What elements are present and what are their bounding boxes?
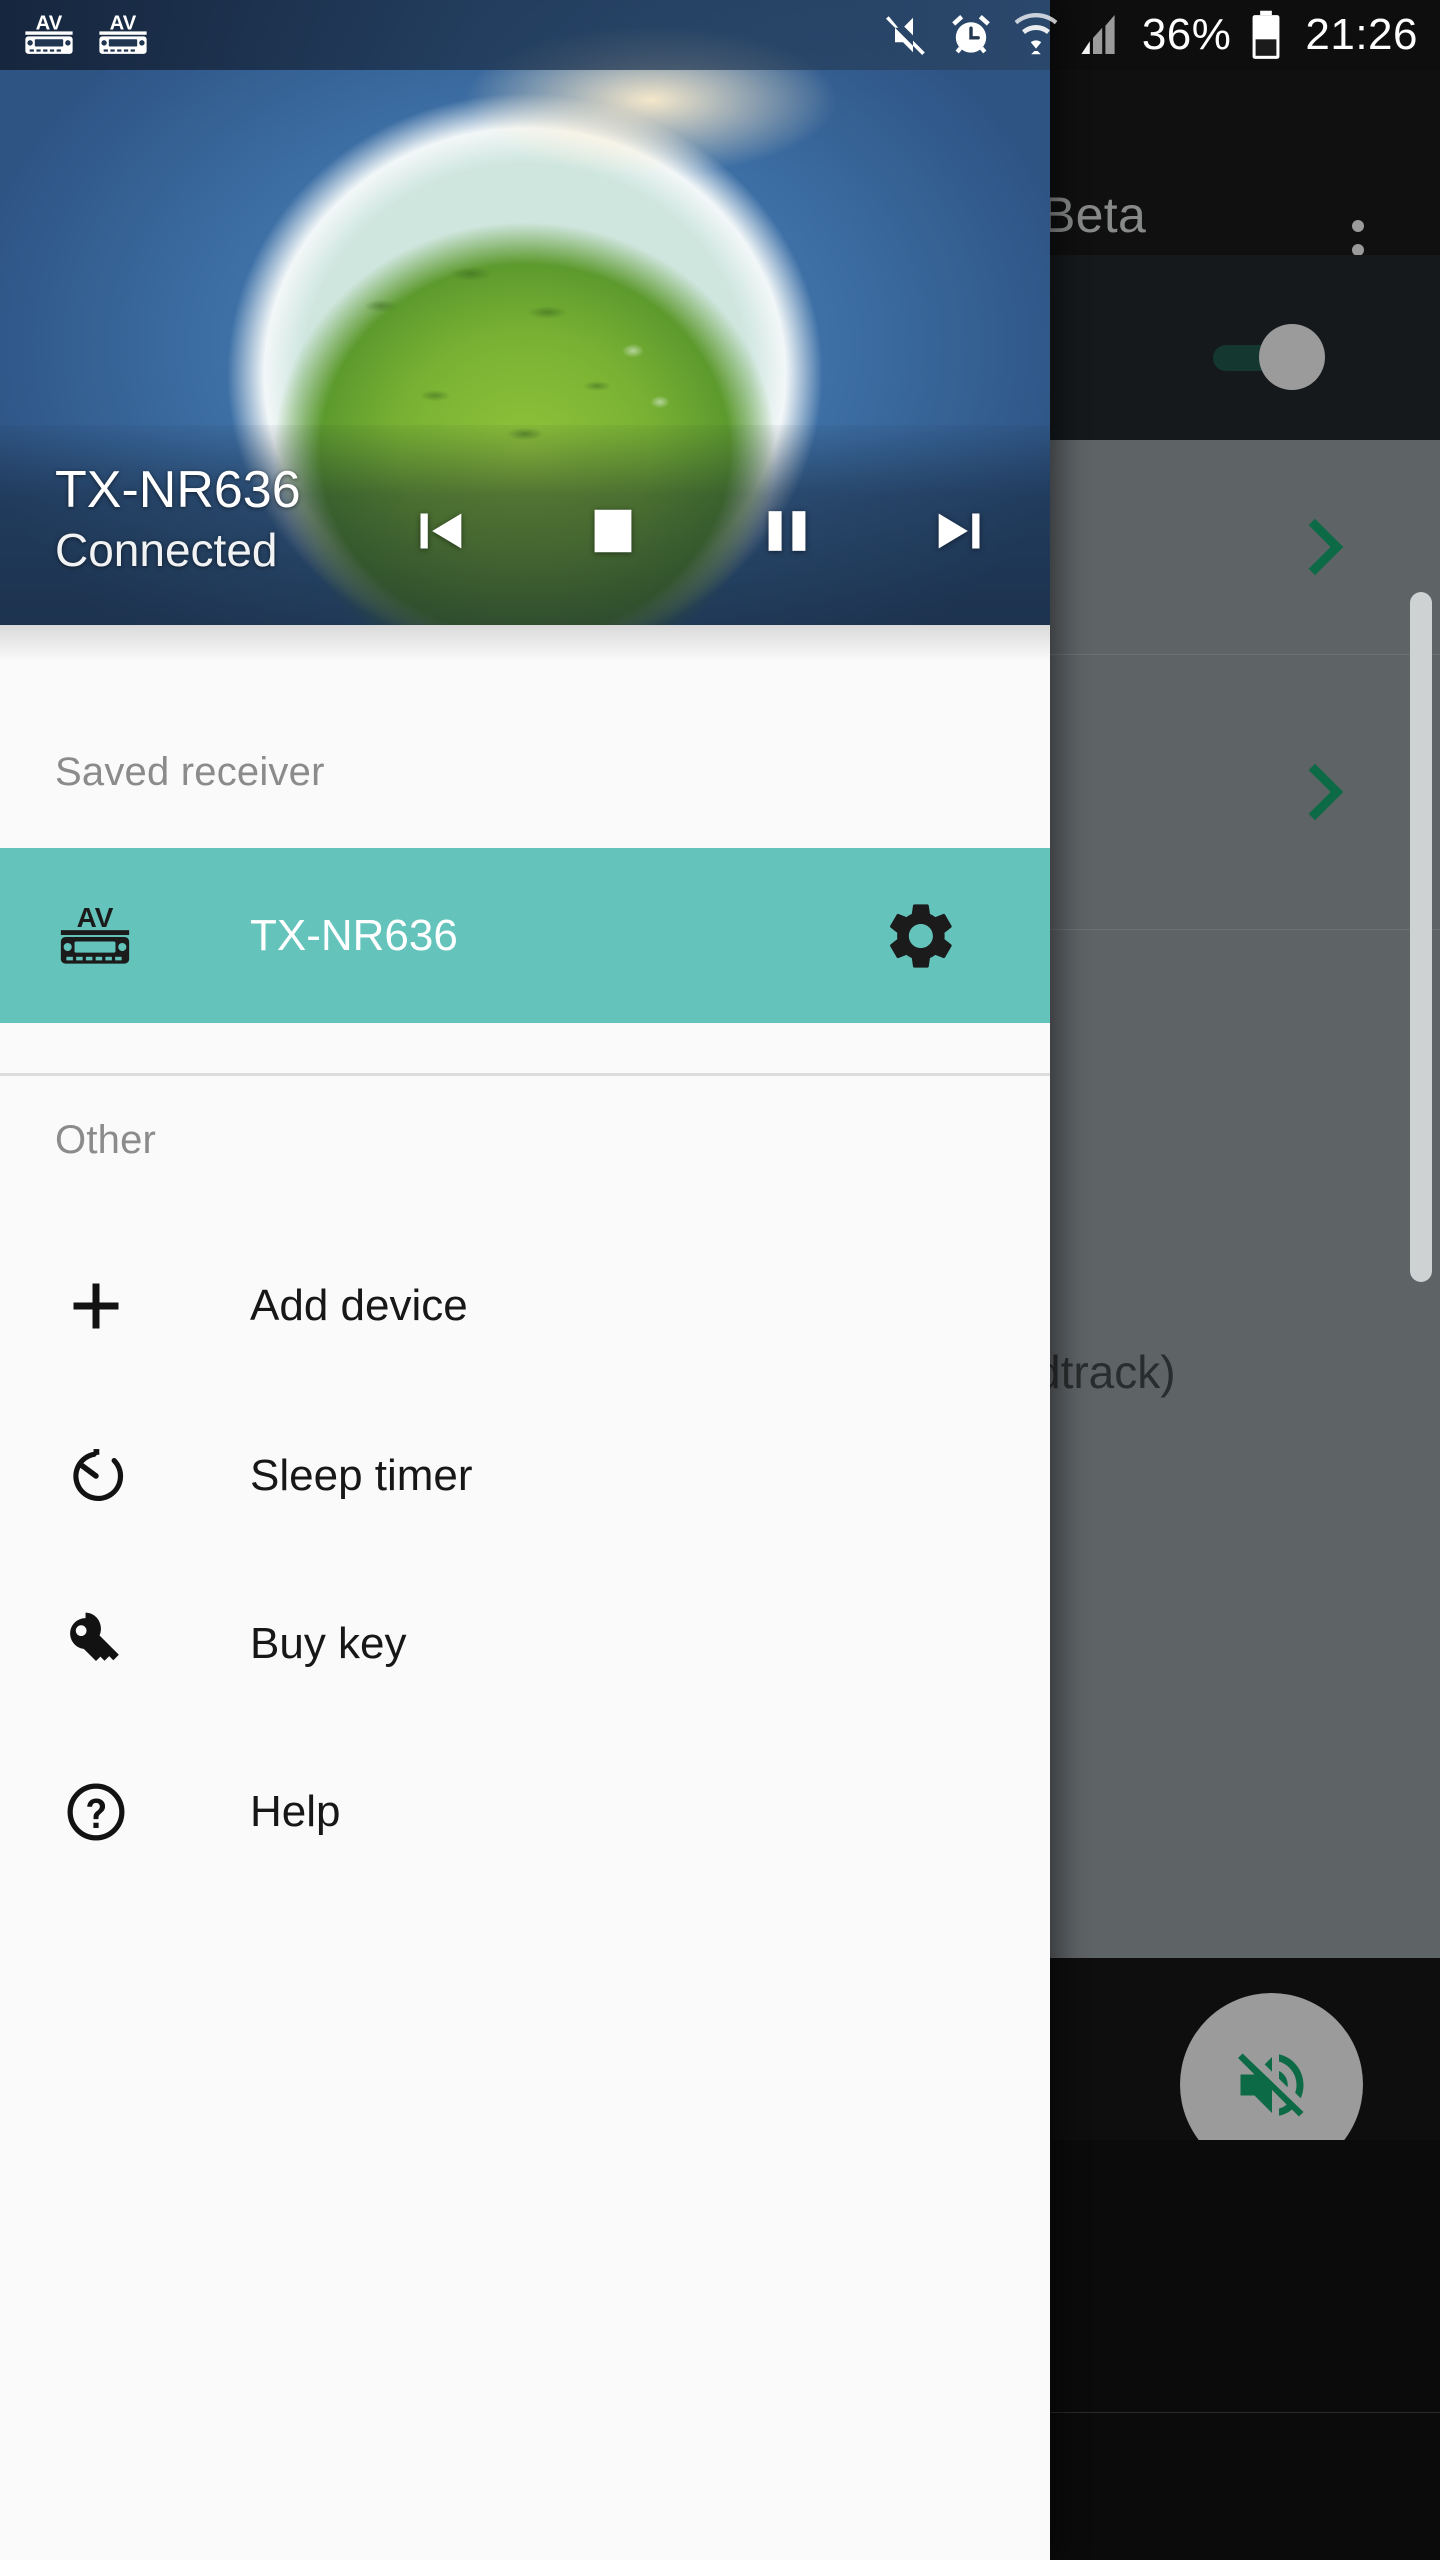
section-label-other: Other — [55, 1118, 157, 1162]
section-divider — [0, 1073, 1050, 1076]
drawer-header: TX-NR636 Connected — [0, 0, 1050, 625]
next-track-button[interactable] — [914, 488, 1010, 574]
chevron-right-icon — [1286, 518, 1344, 576]
av-receiver-icon: AV — [99, 12, 147, 54]
drawer-header-shadow — [0, 625, 1050, 661]
stop-button[interactable] — [565, 488, 661, 574]
menu-item-buy-key[interactable]: Buy key — [0, 1560, 1050, 1728]
stop-icon — [594, 509, 632, 553]
menu-item-add-device-label: Add device — [250, 1281, 468, 1330]
media-transport-controls — [390, 481, 1010, 581]
av-receiver-icon: AV — [55, 896, 135, 976]
drawer-device-name: TX-NR636 — [55, 461, 301, 519]
skip-next-icon — [938, 513, 980, 549]
plus-icon — [60, 1270, 132, 1342]
status-bar-notification-icons: AV AV — [22, 8, 150, 62]
toggle-knob — [1259, 324, 1325, 390]
alarm-clock-icon — [952, 15, 990, 54]
key-icon — [60, 1608, 132, 1680]
battery-icon — [1252, 10, 1280, 59]
menu-item-help[interactable]: Help — [0, 1728, 1050, 1896]
skip-previous-icon — [420, 513, 462, 549]
menu-item-buy-key-label: Buy key — [250, 1619, 407, 1668]
av-receiver-icon: AV — [25, 12, 73, 54]
chevron-right-icon — [1286, 763, 1344, 821]
phone-screen: Beta dtrack) TX-NR636 Connected Saved re… — [0, 0, 1440, 2560]
pause-button[interactable] — [739, 488, 835, 574]
background-toggle-switch[interactable] — [1213, 324, 1325, 390]
cell-signal-icon — [1081, 15, 1115, 54]
status-bar-system-icons: 36% 21:26 — [882, 0, 1418, 70]
volume-mute-icon — [1237, 2053, 1303, 2116]
volume-mute-icon — [885, 16, 925, 55]
background-row-title: dtrack) — [1035, 1346, 1176, 1398]
svg-text:AV: AV — [110, 12, 137, 34]
saved-receiver-name: TX-NR636 — [250, 910, 458, 960]
vertical-scrollbar[interactable] — [1410, 592, 1432, 1282]
pause-icon — [768, 511, 806, 551]
clock-label: 21:26 — [1305, 10, 1418, 59]
menu-item-sleep-timer-label: Sleep timer — [250, 1451, 473, 1500]
svg-text:AV: AV — [77, 901, 114, 932]
menu-item-help-label: Help — [250, 1787, 341, 1836]
drawer-device-status: Connected — [55, 524, 278, 577]
menu-item-add-device[interactable]: Add device — [0, 1222, 1050, 1390]
menu-item-sleep-timer[interactable]: Sleep timer — [0, 1392, 1050, 1560]
help-circle-icon — [60, 1776, 132, 1848]
saved-receiver-item[interactable]: AV TX-NR636 — [0, 848, 1050, 1023]
background-app-title: Beta — [1042, 187, 1147, 243]
svg-text:AV: AV — [36, 12, 63, 34]
drawer-header-info: TX-NR636 Connected — [0, 425, 1050, 625]
previous-track-button[interactable] — [390, 488, 486, 574]
timer-icon — [60, 1440, 132, 1512]
status-bar: AV AV 36% 21:26 — [0, 0, 1440, 70]
gear-icon[interactable] — [882, 897, 960, 975]
battery-percent-label: 36% — [1141, 10, 1232, 59]
navigation-drawer: TX-NR636 Connected Saved receiver AV TX-… — [0, 0, 1050, 2560]
wifi-icon — [1014, 13, 1058, 55]
drawer-device-block: TX-NR636 Connected — [55, 461, 301, 578]
section-label-saved-receiver: Saved receiver — [55, 750, 325, 794]
